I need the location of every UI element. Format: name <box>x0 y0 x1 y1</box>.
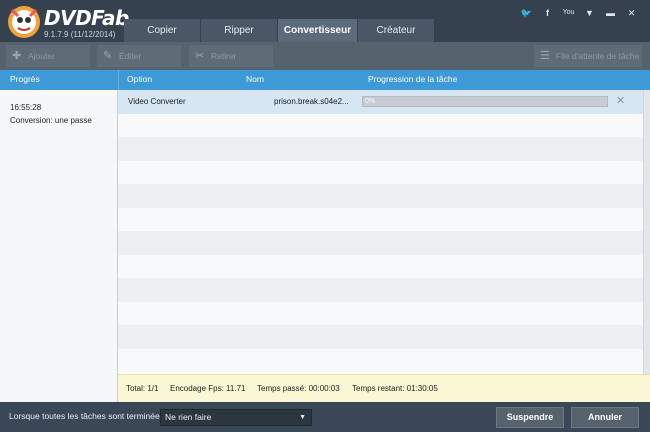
edit-button-label: Éditer <box>119 51 142 61</box>
plus-icon: ✚ <box>12 50 22 62</box>
add-button[interactable]: ✚ Ajouter <box>6 45 90 67</box>
task-option: Video Converter <box>128 97 186 106</box>
queue-button-label: File d'attente de tâche <box>556 51 640 61</box>
main-tabs: Copier Ripper Convertisseur Créateur <box>124 19 435 42</box>
empty-row <box>118 207 643 231</box>
column-header: Progrès Option Nom Progression de la tâc… <box>0 70 650 90</box>
scissors-icon: ✂ <box>195 50 205 62</box>
task-row[interactable]: Video Converter prison.break.s04e2... 0%… <box>118 90 643 114</box>
tab-ripper[interactable]: Ripper <box>201 19 277 42</box>
conversion-mode: Conversion: une passe <box>10 116 92 125</box>
close-icon[interactable]: ✕ <box>621 6 642 20</box>
toolbar: ✚ Ajouter ✎ Éditer ✂ Retirer ☰ File d'at… <box>0 42 650 70</box>
empty-row <box>118 231 643 255</box>
list-icon: ☰ <box>540 50 550 62</box>
empty-row <box>118 301 643 325</box>
remove-task-icon[interactable]: ✕ <box>616 90 625 113</box>
task-progress-text: 0% <box>365 98 376 105</box>
task-list-scrollbar[interactable] <box>643 90 650 374</box>
tab-copier[interactable]: Copier <box>124 19 200 42</box>
after-tasks-label: Lorsque toutes les tâches sont terminées… <box>9 411 167 421</box>
add-button-label: Ajouter <box>28 51 55 61</box>
empty-row <box>118 325 643 349</box>
task-list: Video Converter prison.break.s04e2... 0%… <box>118 90 643 374</box>
remove-button[interactable]: ✂ Retirer <box>189 45 273 67</box>
footer-bar: Lorsque toutes les tâches sont terminées… <box>0 402 650 432</box>
empty-row <box>118 137 643 161</box>
header-option: Option <box>127 74 153 84</box>
edit-icon: ✎ <box>103 50 113 62</box>
header-nom: Nom <box>246 74 264 84</box>
empty-row <box>118 160 643 184</box>
status-bar: Total: 1/1 Encodage Fps: 11.71 Temps pas… <box>118 374 650 402</box>
suspend-button[interactable]: Suspendre <box>496 407 564 428</box>
header-divider <box>118 70 119 90</box>
title-bar: DVDFab 9.1.7.9 (11/12/2014) Copier Rippe… <box>0 0 650 42</box>
window-controls: 🐦 f You ▼ ▬ ✕ <box>516 6 642 20</box>
queue-button[interactable]: ☰ File d'attente de tâche <box>534 45 642 67</box>
dvdfab-logo-icon <box>8 6 40 38</box>
progress-panel: 16:55:28 Conversion: une passe <box>0 90 118 402</box>
cancel-button[interactable]: Annuler <box>571 407 639 428</box>
start-time: 16:55:28 <box>10 103 42 112</box>
after-tasks-select[interactable]: Ne rien faire ▼ <box>160 409 312 426</box>
empty-row <box>118 254 643 278</box>
status-total: Total: 1/1 <box>126 384 159 393</box>
menu-dropdown-icon[interactable]: ▼ <box>579 6 600 20</box>
status-elapsed: Temps passé: 00:00:03 <box>257 384 340 393</box>
empty-row <box>118 278 643 302</box>
task-progress-bar: 0% <box>362 96 608 107</box>
twitter-icon[interactable]: 🐦 <box>516 6 537 20</box>
status-remaining: Temps restant: 01:30:05 <box>352 384 438 393</box>
facebook-icon[interactable]: f <box>537 6 558 20</box>
app-brand: DVDFab <box>44 6 129 30</box>
app-version: 9.1.7.9 (11/12/2014) <box>44 30 116 39</box>
remove-button-label: Retirer <box>211 51 237 61</box>
chevron-down-icon: ▼ <box>299 414 306 421</box>
minimize-icon[interactable]: ▬ <box>600 6 621 20</box>
edit-button[interactable]: ✎ Éditer <box>97 45 181 67</box>
header-progression: Progression de la tâche <box>368 74 458 84</box>
tab-createur[interactable]: Créateur <box>358 19 434 42</box>
header-progres: Progrès <box>10 74 40 84</box>
status-fps: Encodage Fps: 11.71 <box>170 384 246 393</box>
youtube-icon[interactable]: You <box>558 6 579 20</box>
tab-convertisseur[interactable]: Convertisseur <box>278 19 357 42</box>
after-tasks-value: Ne rien faire <box>165 412 212 422</box>
task-name: prison.break.s04e2... <box>274 97 349 106</box>
empty-row <box>118 184 643 208</box>
empty-row <box>118 113 643 137</box>
empty-row <box>118 348 643 372</box>
